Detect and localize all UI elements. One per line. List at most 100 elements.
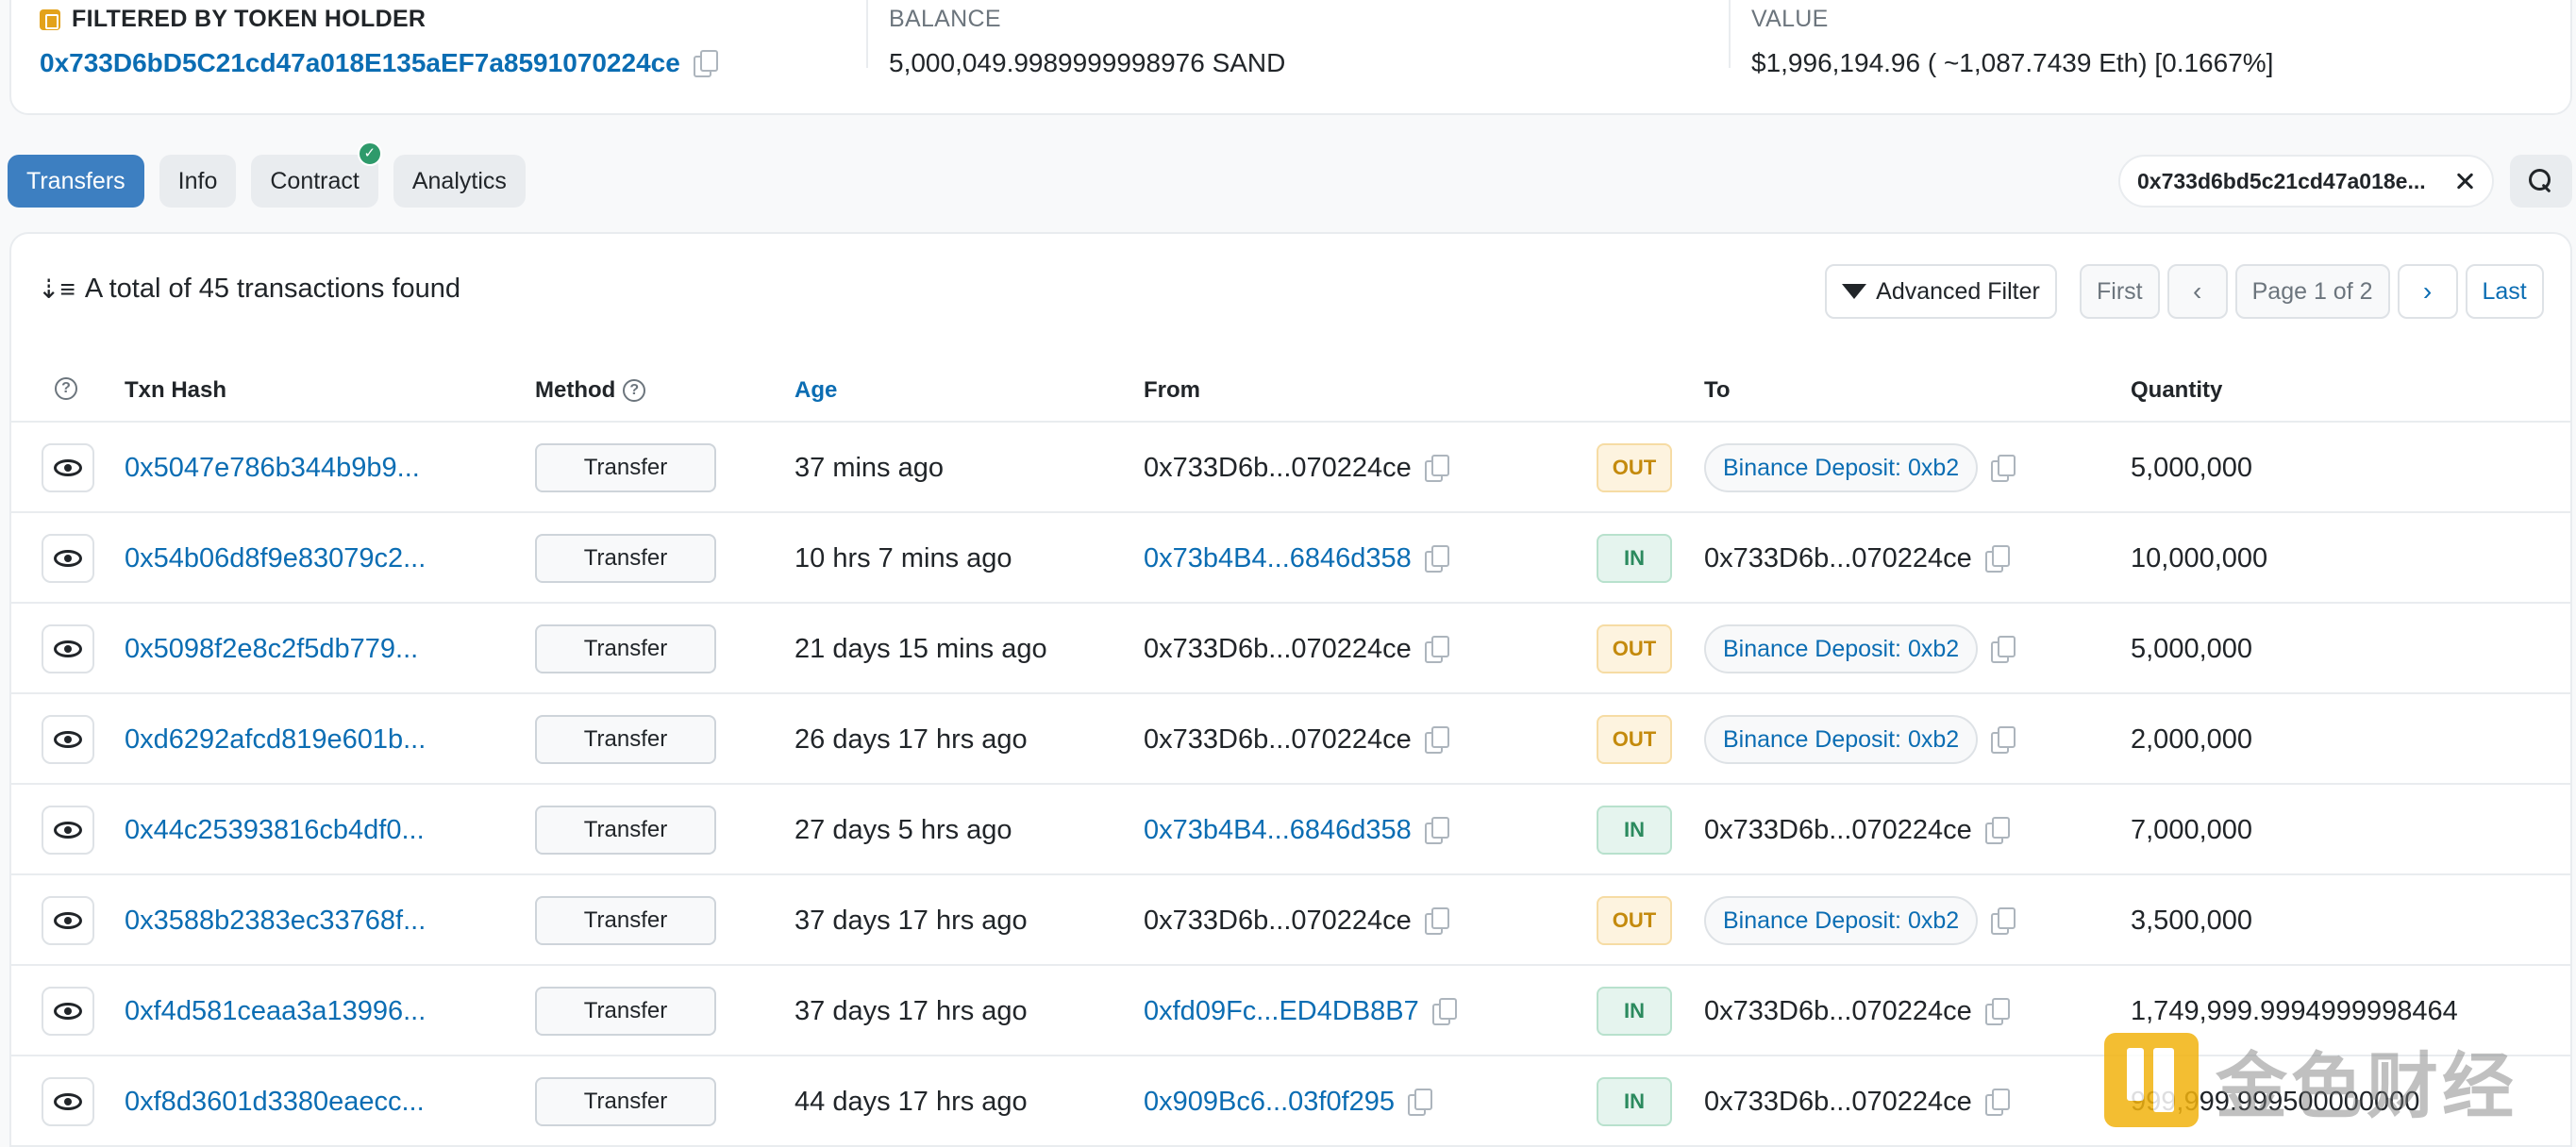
- pagination: First ‹ Page 1 of 2 › Last: [2080, 264, 2544, 319]
- direction-badge: OUT: [1597, 443, 1672, 492]
- transfers-card: ⇣≡ A total of 45 transactions found Adva…: [9, 232, 2572, 1147]
- value-value: $1,996,194.96 ( ~1,087.7439 Eth) [0.1667…: [1751, 48, 2274, 77]
- preview-button[interactable]: [42, 443, 94, 492]
- col-txn-hash: Txn Hash: [125, 377, 227, 403]
- quantity-cell: 5,000,000: [2131, 452, 2253, 483]
- copy-icon[interactable]: [1424, 455, 1449, 482]
- from-address: 0x733D6b...070224ce: [1144, 905, 1412, 936]
- col-to: To: [1704, 377, 1731, 403]
- col-age[interactable]: Age: [795, 377, 837, 404]
- help-icon[interactable]: ?: [623, 379, 646, 402]
- eye-icon: [54, 912, 82, 929]
- filter-chip-text: 0x733d6bd5c21cd47a018e...: [2137, 168, 2426, 193]
- copy-icon[interactable]: [1424, 907, 1449, 935]
- direction-badge: IN: [1597, 806, 1672, 855]
- eye-icon: [54, 1003, 82, 1020]
- from-address[interactable]: 0x73b4B4...6846d358: [1144, 543, 1412, 574]
- total-transactions: ⇣≡ A total of 45 transactions found: [38, 274, 460, 305]
- txn-hash-link[interactable]: 0xd6292afcd819e601b...: [125, 694, 426, 785]
- holder-address-link[interactable]: 0x733D6bD5C21cd47a018E135aEF7a8591070224…: [40, 48, 680, 78]
- search-icon: [2527, 167, 2555, 195]
- eye-icon: [54, 731, 82, 748]
- age-cell: 37 mins ago: [795, 452, 944, 483]
- to-name-tag[interactable]: Binance Deposit: 0xb2: [1704, 715, 1979, 764]
- prev-page-button[interactable]: ‹: [2166, 264, 2228, 319]
- eye-icon: [54, 550, 82, 567]
- method-badge: Transfer: [535, 896, 716, 945]
- copy-icon[interactable]: [1991, 907, 2016, 935]
- chevron-left-icon: ‹: [2192, 276, 2202, 306]
- copy-icon[interactable]: [1408, 1089, 1433, 1116]
- copy-icon[interactable]: [1424, 636, 1449, 663]
- txn-hash-link[interactable]: 0x5047e786b344b9b9...: [125, 423, 420, 513]
- copy-icon[interactable]: [1991, 455, 2016, 482]
- watermark-text: 金色财经: [2216, 1047, 2517, 1127]
- txn-hash-link[interactable]: 0x5098f2e8c2f5db779...: [125, 604, 418, 694]
- copy-icon[interactable]: [1991, 636, 2016, 663]
- next-page-button[interactable]: ›: [2397, 264, 2458, 319]
- age-cell: 37 days 17 hrs ago: [795, 905, 1028, 936]
- copy-icon[interactable]: [1991, 726, 2016, 754]
- txn-hash-link[interactable]: 0x54b06d8f9e83079c2...: [125, 513, 426, 604]
- to-address: 0x733D6b...070224ce: [1704, 1086, 1972, 1117]
- copy-icon[interactable]: [1431, 998, 1457, 1025]
- table-header: ? Txn Hash Method ? Age From To Quantity: [11, 357, 2570, 423]
- age-cell: 10 hrs 7 mins ago: [795, 542, 1012, 574]
- to-name-tag[interactable]: Binance Deposit: 0xb2: [1704, 896, 1979, 945]
- copy-icon[interactable]: [693, 50, 718, 77]
- tab-analytics[interactable]: Analytics: [393, 155, 526, 208]
- first-page-button[interactable]: First: [2080, 264, 2160, 319]
- table-row: 0x54b06d8f9e83079c2... Transfer 10 hrs 7…: [11, 513, 2570, 604]
- copy-icon[interactable]: [1424, 817, 1449, 844]
- method-badge: Transfer: [535, 624, 716, 673]
- to-address: 0x733D6b...070224ce: [1704, 814, 1972, 845]
- help-icon[interactable]: ?: [55, 377, 77, 400]
- eye-icon: [54, 640, 82, 657]
- age-cell: 37 days 17 hrs ago: [795, 995, 1028, 1026]
- value-label: VALUE: [1751, 6, 1829, 32]
- col-method: Method ?: [535, 377, 646, 404]
- preview-button[interactable]: [42, 896, 94, 945]
- close-icon[interactable]: [2452, 169, 2477, 193]
- txn-hash-link[interactable]: 0xf4d581ceaa3a13996...: [125, 966, 426, 1056]
- filter-icon: [1842, 284, 1867, 299]
- copy-icon[interactable]: [1984, 1089, 2010, 1116]
- watermark-logo-icon: [2104, 1033, 2199, 1127]
- copy-icon[interactable]: [1424, 726, 1449, 754]
- from-address[interactable]: 0x73b4B4...6846d358: [1144, 815, 1412, 846]
- txn-hash-link[interactable]: 0xf8d3601d3380eaecc...: [125, 1056, 425, 1147]
- method-badge: Transfer: [535, 715, 716, 764]
- preview-button[interactable]: [42, 715, 94, 764]
- advanced-filter-button[interactable]: Advanced Filter: [1825, 264, 2057, 319]
- last-page-button[interactable]: Last: [2465, 264, 2544, 319]
- method-badge: Transfer: [535, 534, 716, 583]
- tab-transfers[interactable]: Transfers: [8, 155, 144, 208]
- value-column: VALUE $1,996,194.96 ( ~1,087.7439 Eth) […: [1751, 6, 2273, 78]
- copy-icon[interactable]: [1984, 545, 2010, 573]
- copy-icon[interactable]: [1984, 998, 2010, 1025]
- txn-hash-link[interactable]: 0x3588b2383ec33768f...: [125, 875, 426, 966]
- to-name-tag[interactable]: Binance Deposit: 0xb2: [1704, 624, 1979, 673]
- from-address: 0x733D6b...070224ce: [1144, 633, 1412, 664]
- from-address[interactable]: 0x909Bc6...03f0f295: [1144, 1087, 1395, 1118]
- direction-badge: IN: [1597, 1077, 1672, 1126]
- tab-contract[interactable]: Contract ✓: [251, 141, 382, 208]
- from-address: 0x733D6b...070224ce: [1144, 452, 1412, 483]
- tab-info[interactable]: Info: [159, 155, 237, 208]
- search-button[interactable]: [2510, 155, 2572, 208]
- preview-button[interactable]: [42, 1077, 94, 1126]
- to-name-tag[interactable]: Binance Deposit: 0xb2: [1704, 443, 1979, 492]
- preview-button[interactable]: [42, 806, 94, 855]
- txn-hash-link[interactable]: 0x44c25393816cb4df0...: [125, 785, 425, 875]
- preview-button[interactable]: [42, 987, 94, 1036]
- preview-button[interactable]: [42, 624, 94, 673]
- watermark: 金色财经: [2104, 1028, 2517, 1132]
- age-cell: 44 days 17 hrs ago: [795, 1086, 1028, 1117]
- from-address[interactable]: 0xfd09Fc...ED4DB8B7: [1144, 996, 1419, 1027]
- preview-button[interactable]: [42, 534, 94, 583]
- copy-icon[interactable]: [1984, 817, 2010, 844]
- address-filter-chip[interactable]: 0x733d6bd5c21cd47a018e...: [2118, 155, 2494, 208]
- copy-icon[interactable]: [1424, 545, 1449, 573]
- quantity-cell: 5,000,000: [2131, 633, 2253, 664]
- age-cell: 27 days 5 hrs ago: [795, 814, 1012, 845]
